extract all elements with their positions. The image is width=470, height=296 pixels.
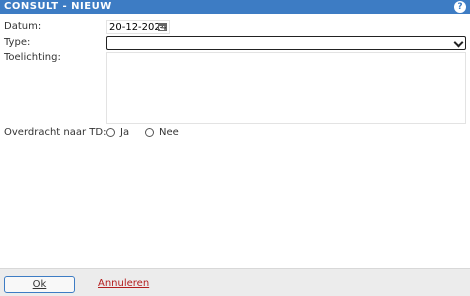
transfer-option-label: Nee xyxy=(159,127,179,138)
date-label: Datum: xyxy=(4,21,42,32)
dialog-title-bar: CONSULT - NIEUW ? xyxy=(0,0,470,14)
help-icon[interactable]: ? xyxy=(454,1,466,13)
notes-textarea[interactable] xyxy=(106,52,466,124)
cancel-link[interactable]: Annuleren xyxy=(98,278,149,289)
chevron-down-icon xyxy=(453,37,464,48)
type-label: Type: xyxy=(4,37,31,48)
dialog-footer: Ok Annuleren xyxy=(0,268,470,296)
ok-button-label: Ok xyxy=(32,279,47,290)
calendar-icon[interactable] xyxy=(158,23,167,31)
ok-button[interactable]: Ok xyxy=(4,276,75,293)
transfer-option-label: Ja xyxy=(120,127,130,138)
transfer-label: Overdracht naar TD: xyxy=(4,127,107,138)
radio-button[interactable] xyxy=(145,128,154,137)
radio-button[interactable] xyxy=(106,128,115,137)
date-field[interactable]: 20-12-2024 xyxy=(106,20,170,34)
dialog-title: CONSULT - NIEUW xyxy=(4,1,112,12)
type-select[interactable] xyxy=(106,36,466,50)
notes-label: Toelichting: xyxy=(4,52,61,63)
